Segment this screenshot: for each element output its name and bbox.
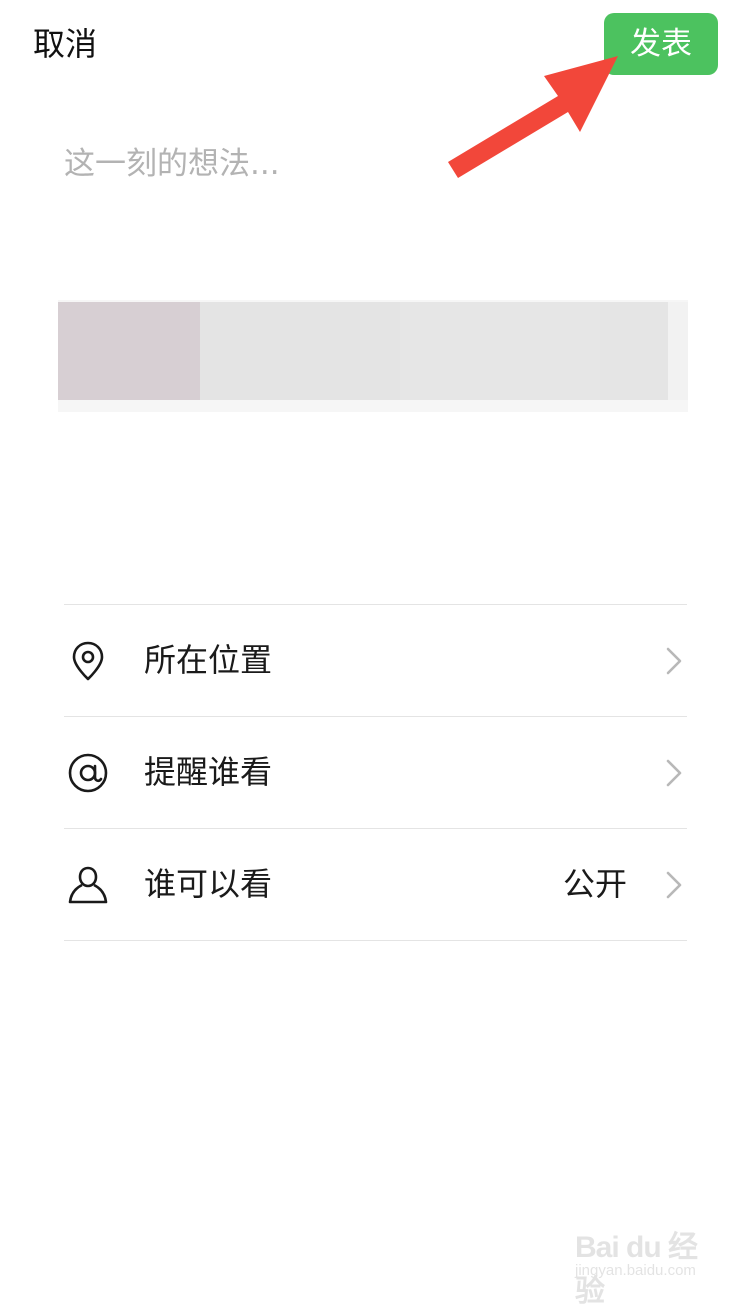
option-mention-label: 提醒谁看 <box>144 753 273 791</box>
option-location-label: 所在位置 <box>144 641 273 679</box>
image-thumbnail <box>668 302 688 400</box>
options-list: 所在位置 提醒谁看 谁可以看 公开 <box>64 604 687 941</box>
option-visibility-value: 公开 <box>562 865 627 903</box>
image-strip <box>58 300 688 418</box>
cancel-button[interactable]: 取消 <box>33 22 97 66</box>
option-visibility-label: 谁可以看 <box>144 865 273 903</box>
image-thumbnail[interactable] <box>200 302 400 400</box>
at-sign-icon <box>68 753 108 793</box>
image-thumbnail[interactable] <box>400 302 600 400</box>
option-visibility[interactable]: 谁可以看 公开 <box>64 828 687 941</box>
option-mention[interactable]: 提醒谁看 <box>64 716 687 828</box>
option-location[interactable]: 所在位置 <box>64 604 687 716</box>
location-pin-icon <box>72 641 104 681</box>
watermark-logo: Bai du 经验 jingyan.baidu.com <box>575 1212 725 1308</box>
moment-text-input[interactable] <box>64 138 686 248</box>
chevron-right-icon <box>666 647 682 675</box>
chevron-right-icon <box>666 871 682 899</box>
image-thumbnail[interactable] <box>58 302 200 400</box>
watermark-url: jingyan.baidu.com <box>575 1262 696 1279</box>
person-icon <box>68 866 108 904</box>
image-thumbnail[interactable] <box>600 302 668 400</box>
chevron-right-icon <box>666 759 682 787</box>
